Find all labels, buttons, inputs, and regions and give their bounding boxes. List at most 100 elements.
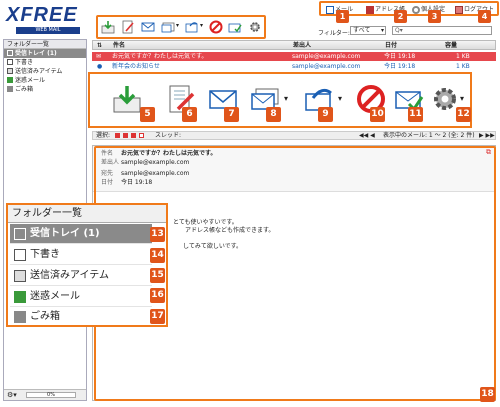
- badge-4: 4: [478, 10, 491, 23]
- badge-18: 18: [480, 387, 495, 402]
- logo-text: XFREE: [6, 4, 78, 26]
- mark-icon[interactable]: [228, 20, 242, 34]
- search-input[interactable]: Q▾: [392, 26, 492, 35]
- folder-item-label: 受信トレイ (1): [30, 228, 100, 239]
- select-all-icon[interactable]: [115, 133, 120, 138]
- folder-item-label: 送信済みアイテム: [30, 270, 109, 281]
- sidebar-item-label: 受信トレイ (1): [15, 50, 57, 57]
- folder-item-trash[interactable]: ごみ箱: [10, 307, 152, 327]
- filter-label: フィルター:: [318, 30, 350, 37]
- folder-item-drafts[interactable]: 下書き: [10, 245, 152, 265]
- sidebar-item-drafts[interactable]: 下書き: [4, 58, 86, 67]
- folder-list-title: フォルダー一覧: [8, 205, 166, 223]
- sidebar-item-label: 迷惑メール: [15, 77, 46, 84]
- settings-icon: [412, 5, 420, 14]
- filter-select[interactable]: すべて ▾: [350, 26, 386, 35]
- logo: XFREE WEB MAIL: [6, 4, 90, 34]
- row-subject: 新年会のお知らせ: [112, 63, 160, 70]
- get-mail-icon[interactable]: [112, 84, 142, 114]
- row-from: sample@example.com: [292, 53, 361, 60]
- column-date[interactable]: 日付: [385, 41, 397, 50]
- quota-bar: 0%: [26, 392, 76, 398]
- badge-2: 2: [394, 10, 407, 23]
- row-subject: お元気ですか？わたしは元気です。: [112, 53, 208, 60]
- sidebar-item-label: 下書き: [15, 59, 34, 66]
- reply-icon[interactable]: [141, 20, 155, 34]
- sidebar-item-sent[interactable]: 送信済みアイテム: [4, 67, 86, 76]
- chevron-down-icon: ▾: [380, 27, 384, 34]
- list-header: ⇅ 件名 差出人 日付 容量: [92, 40, 496, 50]
- row-size: 1 KB: [456, 63, 470, 70]
- sidebar-item-label: 送信済みアイテム: [15, 68, 63, 75]
- badge-13: 13: [150, 227, 165, 242]
- folder-item-inbox[interactable]: 受信トレイ (1): [10, 224, 152, 244]
- badge-12: 12: [456, 107, 471, 122]
- folder-item-label: 迷惑メール: [30, 291, 80, 302]
- more-options-icon[interactable]: [248, 20, 262, 34]
- trash-icon: [7, 86, 13, 92]
- badge-14: 14: [150, 248, 165, 263]
- sidebar-settings-icon[interactable]: ⚙▾: [7, 391, 17, 399]
- list-footer: 選択: スレッド: ◀◀ ◀ 表示中のメール: 1 ～ 2 (全: 2 件) ▶…: [92, 131, 496, 140]
- badge-17: 17: [150, 309, 165, 324]
- inbox-icon: [14, 228, 26, 240]
- row-date: 今日 19:18: [384, 53, 416, 60]
- badge-5: 5: [140, 107, 155, 122]
- next-page-icon[interactable]: ▶ ▶▶: [479, 132, 495, 140]
- reply-all-icon[interactable]: [161, 20, 175, 34]
- sort-icon[interactable]: ⇅: [97, 41, 102, 50]
- paging-arrows-icon[interactable]: ◀◀ ◀: [359, 132, 375, 140]
- select-page-icon[interactable]: [123, 133, 128, 138]
- forward-dropdown-icon[interactable]: ▾: [200, 22, 203, 29]
- row-icon: ✉: [96, 53, 102, 60]
- badge-10: 10: [370, 107, 385, 122]
- badge-9: 9: [318, 107, 333, 122]
- table-row[interactable]: ● 新年会のお知らせ sample@example.com 今日 19:18 1…: [92, 62, 496, 71]
- draft-icon: [14, 249, 26, 261]
- folder-item-label: ごみ箱: [30, 311, 60, 322]
- draft-icon: [7, 59, 13, 65]
- badge-1: 1: [336, 10, 349, 23]
- forward-icon[interactable]: [185, 20, 199, 34]
- folder-list-zoom: フォルダー一覧 受信トレイ (1) 下書き 送信済みアイテム 迷惑メール ごみ箱: [6, 203, 168, 327]
- badge-7: 7: [224, 107, 239, 122]
- forward-dropdown-icon[interactable]: ▾: [338, 94, 342, 103]
- mail-icon: [326, 5, 334, 14]
- badge-16: 16: [150, 288, 165, 303]
- row-date: 今日 19:18: [384, 63, 416, 70]
- junk-icon: [14, 291, 26, 303]
- reply-all-dropdown-icon[interactable]: ▾: [176, 22, 179, 29]
- select-label: 選択:: [96, 132, 111, 139]
- unread-dot-icon: ●: [97, 63, 103, 70]
- badge-8: 8: [266, 107, 281, 122]
- sidebar-item-inbox[interactable]: 受信トレイ (1): [4, 49, 86, 58]
- thread-label: スレッド:: [155, 132, 182, 139]
- column-subject[interactable]: 件名: [113, 41, 125, 50]
- select-unread-icon[interactable]: [131, 133, 136, 138]
- more-options-dropdown-icon[interactable]: ▾: [460, 94, 464, 103]
- sidebar-title: フォルダー一覧: [4, 40, 86, 49]
- row-size: 1 KB: [456, 53, 470, 60]
- compose-icon[interactable]: [121, 20, 135, 34]
- delete-icon[interactable]: [209, 20, 223, 34]
- select-none-icon[interactable]: [139, 133, 144, 138]
- address-book-icon: [366, 5, 374, 14]
- folder-item-sent[interactable]: 送信済みアイテム: [10, 266, 152, 286]
- badge-15: 15: [150, 268, 165, 283]
- sidebar-item-trash[interactable]: ごみ箱: [4, 85, 86, 94]
- logo-subtitle: WEB MAIL: [16, 27, 80, 34]
- column-from[interactable]: 差出人: [293, 41, 311, 50]
- table-row[interactable]: ✉ お元気ですか？わたしは元気です。 sample@example.com 今日…: [92, 52, 496, 61]
- sent-icon: [7, 68, 13, 74]
- column-size[interactable]: 容量: [445, 41, 457, 50]
- badge-6: 6: [182, 107, 197, 122]
- logout-icon: [455, 5, 463, 14]
- inbox-icon: [7, 50, 13, 56]
- sidebar-item-junk[interactable]: 迷惑メール: [4, 76, 86, 85]
- reply-all-dropdown-icon[interactable]: ▾: [284, 94, 288, 103]
- sidebar-footer: ⚙▾ 0%: [4, 389, 86, 400]
- badge-11: 11: [408, 107, 423, 122]
- folder-item-junk[interactable]: 迷惑メール: [10, 287, 152, 307]
- folder-item-label: 下書き: [30, 249, 60, 260]
- get-mail-icon[interactable]: [101, 20, 115, 34]
